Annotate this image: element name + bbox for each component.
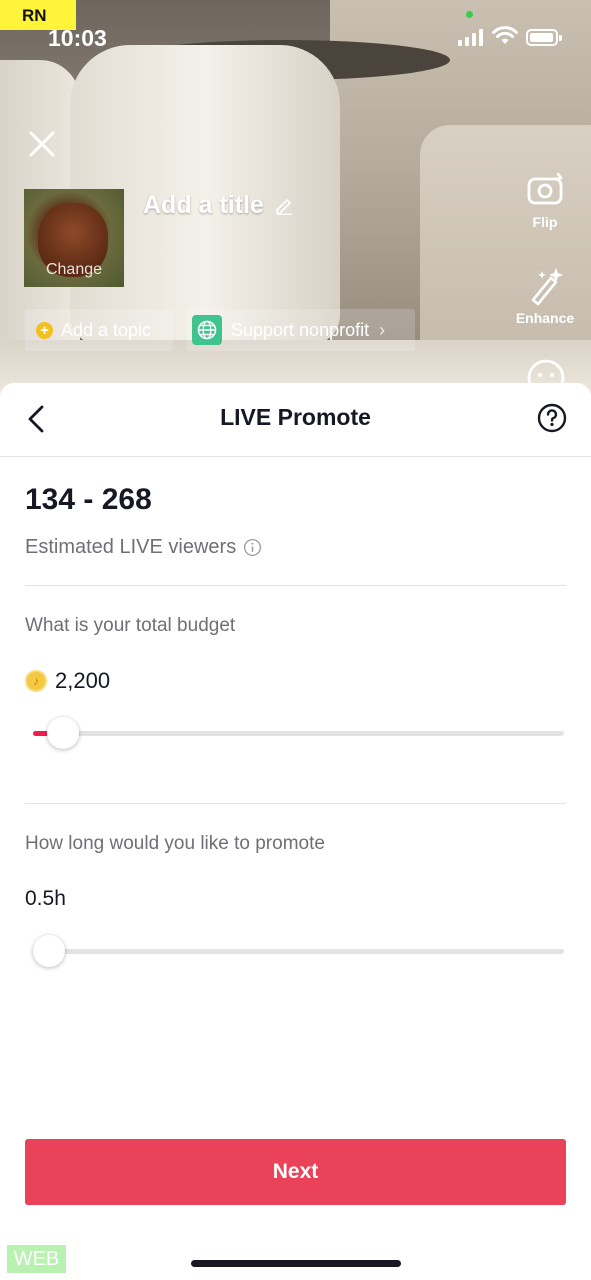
enhance-label: Enhance bbox=[515, 310, 575, 326]
divider bbox=[25, 585, 566, 586]
estimated-viewers-row: Estimated LIVE viewers bbox=[25, 536, 262, 559]
status-time: 10:03 bbox=[48, 25, 107, 51]
estimated-viewers-label: Estimated LIVE viewers bbox=[25, 536, 237, 558]
duration-slider-thumb[interactable] bbox=[33, 935, 65, 967]
change-cover-label: Change bbox=[45, 261, 103, 278]
next-button[interactable]: Next bbox=[25, 1139, 566, 1205]
home-indicator[interactable] bbox=[191, 1260, 401, 1267]
duration-question: How long would you like to promote bbox=[25, 833, 325, 854]
title-input[interactable]: Add a title bbox=[143, 191, 264, 220]
divider bbox=[25, 803, 566, 804]
cover-thumbnail[interactable]: Change bbox=[24, 189, 124, 287]
budget-slider[interactable] bbox=[33, 717, 564, 749]
budget-slider-thumb[interactable] bbox=[47, 717, 80, 749]
support-nonprofit-chip[interactable]: Support nonprofit › bbox=[186, 309, 415, 351]
budget-value-row: ♪ 2,200 bbox=[25, 668, 110, 694]
sheet-header: LIVE Promote bbox=[0, 383, 591, 457]
support-nonprofit-label: Support nonprofit bbox=[231, 319, 370, 340]
magic-wand-icon bbox=[531, 268, 563, 306]
estimated-viewers-value: 134 - 268 bbox=[25, 483, 152, 516]
battery-icon bbox=[526, 29, 562, 46]
enhance-button[interactable]: Enhance bbox=[510, 266, 580, 326]
wifi-icon bbox=[492, 26, 518, 44]
close-icon[interactable] bbox=[28, 130, 56, 158]
flip-camera-icon bbox=[527, 172, 564, 205]
signal-icon bbox=[458, 29, 484, 46]
coin-icon: ♪ bbox=[25, 670, 47, 692]
web-tag: WEB bbox=[7, 1245, 66, 1273]
page-title: LIVE Promote bbox=[220, 404, 371, 430]
privacy-indicator-dot bbox=[466, 11, 473, 18]
flip-label: Flip bbox=[532, 214, 558, 230]
plus-circle-icon: + bbox=[36, 321, 53, 339]
duration-value: 0.5h bbox=[25, 887, 66, 910]
live-promote-sheet: LIVE Promote 134 - 268 Estimated LIVE vi… bbox=[0, 383, 591, 1280]
flip-button[interactable]: Flip bbox=[510, 170, 580, 230]
add-topic-label: Add a topic bbox=[61, 319, 152, 340]
add-topic-chip[interactable]: + Add a topic bbox=[25, 309, 173, 351]
info-icon[interactable] bbox=[243, 538, 262, 557]
budget-value: 2,200 bbox=[55, 668, 111, 693]
duration-slider[interactable] bbox=[33, 935, 564, 967]
pencil-icon[interactable] bbox=[274, 195, 294, 215]
chevron-right-icon: › bbox=[379, 319, 386, 340]
globe-icon bbox=[192, 315, 222, 345]
budget-question: What is your total budget bbox=[25, 615, 236, 636]
help-icon[interactable] bbox=[537, 403, 567, 433]
